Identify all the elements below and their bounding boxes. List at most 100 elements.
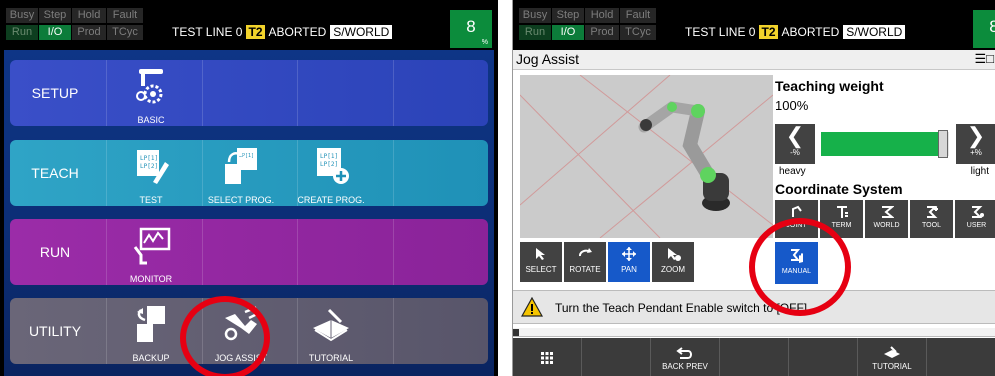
menu-icon[interactable]: ☰□	[974, 51, 994, 67]
world-frame-icon	[881, 206, 894, 218]
menu-item-backup[interactable]: BACKUP	[106, 304, 196, 363]
weight-increase-button[interactable]: ❯ +%	[956, 124, 995, 164]
coord-manual-button[interactable]: MANUAL	[775, 242, 818, 284]
main-menu-screen: Busy Step Hold Fault Run I/O Prod TCyc T…	[0, 0, 498, 376]
select-view-button[interactable]: SELECT	[520, 242, 562, 282]
weight-slider-fill	[821, 132, 943, 156]
scroll-left-icon[interactable]	[513, 329, 519, 336]
weight-slider-track[interactable]	[821, 130, 949, 158]
override-button[interactable]: 8 %	[973, 10, 995, 48]
select-program-icon: LP[1]	[225, 148, 257, 184]
teaching-weight-title: Teaching weight	[775, 78, 884, 94]
menu-item-label: MONITOR	[129, 274, 173, 284]
menu-item-create-prog[interactable]: LP[1] LP[2] CREATE PROG.	[286, 146, 376, 205]
message-text: Turn the Teach Pendant Enable switch to …	[555, 301, 808, 315]
window-title-bar: Jog Assist ☰□	[513, 50, 995, 70]
program-state: ABORTED	[268, 25, 327, 39]
indicator-step: Step	[552, 8, 584, 23]
weight-slider-thumb[interactable]	[938, 130, 948, 158]
heavy-label: heavy	[779, 166, 806, 177]
status-bar: Busy Step Hold Fault Run I/O Prod TCyc T…	[513, 0, 995, 50]
view-button-label: SELECT	[525, 265, 557, 274]
status-line[interactable]: TEST LINE 0 T2 ABORTED S/WORLD	[172, 25, 393, 39]
indicator-hold: Hold	[585, 8, 619, 23]
fkey-5[interactable]	[789, 338, 858, 376]
indicator-busy: Busy	[6, 8, 38, 23]
view-toolbar: SELECT ROTATE PAN ZOOM	[520, 242, 694, 282]
pan-view-button[interactable]: PAN	[608, 242, 650, 282]
indicator-hold: Hold	[72, 8, 106, 23]
tool-frame-icon	[926, 206, 938, 218]
indicator-fault: Fault	[620, 8, 656, 23]
fkey-7[interactable]	[927, 338, 995, 376]
menu-item-tutorial[interactable]: TUTORIAL	[286, 304, 376, 363]
fkey-tutorial[interactable]: TUTORIAL	[858, 338, 927, 376]
menu-row-run: RUN MONITOR	[10, 219, 488, 285]
menu-item-test[interactable]: LP[1] LP[2] TEST	[106, 146, 196, 205]
row-label-setup: SETUP	[31, 85, 79, 101]
indicator-io: I/O	[39, 25, 71, 40]
svg-text:LP[2]: LP[2]	[320, 161, 338, 168]
zoom-icon	[668, 248, 681, 261]
coord-frame-badge: S/WORLD	[330, 25, 393, 39]
svg-text:LP[1]: LP[1]	[320, 153, 338, 160]
rotate-view-button[interactable]: ROTATE	[564, 242, 606, 282]
joint-frame-icon	[791, 205, 802, 217]
menu-item-label: TEST	[139, 195, 163, 205]
main-menu: SETUP BASIC TEACH LP[1] LP[2] TEST LP[1]…	[4, 50, 494, 376]
program-state: ABORTED	[781, 25, 840, 39]
indicator-io: I/O	[552, 25, 584, 40]
menu-item-monitor[interactable]: MONITOR	[106, 225, 196, 284]
svg-text:LP[1]: LP[1]	[140, 155, 158, 162]
robot-gear-icon	[136, 69, 163, 104]
status-line[interactable]: TEST LINE 0 T2 ABORTED S/WORLD	[685, 25, 906, 39]
backup-icon	[137, 306, 165, 342]
coord-user-button[interactable]: USER	[955, 200, 995, 238]
indicator-run: Run	[6, 25, 38, 40]
override-value: 8	[466, 17, 476, 36]
menu-row-utility: UTILITY BACKUP JOG ASSIST TUTORIAL	[10, 298, 488, 364]
fkey-back-prev[interactable]: BACK PREV	[651, 338, 720, 376]
indicator-busy: Busy	[519, 8, 551, 23]
menu-item-label: BACKUP	[132, 353, 170, 363]
menu-row-setup: SETUP BASIC	[10, 60, 488, 126]
fkey-label: TUTORIAL	[872, 362, 912, 371]
coord-term-button[interactable]: TERM	[820, 200, 863, 238]
manual-hand-icon	[790, 249, 803, 263]
indicator-fault: Fault	[107, 8, 143, 23]
indicator-prod: Prod	[72, 25, 106, 40]
light-label: light	[970, 166, 989, 177]
grid-menu-icon	[541, 352, 553, 364]
horizontal-scrollbar[interactable]	[513, 328, 995, 337]
coord-button-label: WORLD	[873, 222, 900, 229]
minus-percent-label: -%	[790, 148, 800, 157]
coord-world-button[interactable]: WORLD	[865, 200, 908, 238]
fkey-grid-menu[interactable]	[513, 338, 582, 376]
menu-item-select-prog[interactable]: LP[1] SELECT PROG.	[196, 146, 286, 205]
row-label-utility: UTILITY	[28, 323, 82, 339]
coord-button-label: JOINT	[786, 222, 807, 229]
fkey-2[interactable]	[582, 338, 651, 376]
select-icon	[536, 248, 545, 260]
back-arrow-icon	[676, 347, 692, 359]
menu-item-basic[interactable]: BASIC	[106, 66, 196, 125]
menu-item-label: TUTORIAL	[308, 353, 354, 363]
coord-tool-button[interactable]: TOOL	[910, 200, 953, 238]
menu-item-jog-assist[interactable]: JOG ASSIST	[196, 304, 286, 363]
view-button-label: ZOOM	[661, 265, 685, 274]
fkey-label: BACK PREV	[662, 362, 708, 371]
fkey-4[interactable]	[720, 338, 789, 376]
manual-button-label: MANUAL	[781, 268, 812, 275]
robot-3d-viewport[interactable]	[520, 75, 773, 238]
program-name: TEST LINE 0	[172, 25, 243, 39]
coordinate-system-title: Coordinate System	[775, 181, 903, 197]
program-edit-icon: LP[1] LP[2]	[137, 150, 169, 184]
mode-badge: T2	[759, 25, 778, 39]
weight-decrease-button[interactable]: ❮ -%	[775, 124, 815, 164]
status-bar: Busy Step Hold Fault Run I/O Prod TCyc T…	[0, 0, 498, 50]
override-button[interactable]: 8 %	[450, 10, 492, 48]
coord-joint-button[interactable]: JOINT	[775, 200, 818, 238]
zoom-view-button[interactable]: ZOOM	[652, 242, 694, 282]
chevron-right-icon: ❯	[966, 123, 986, 148]
svg-text:LP[2]: LP[2]	[140, 163, 158, 170]
